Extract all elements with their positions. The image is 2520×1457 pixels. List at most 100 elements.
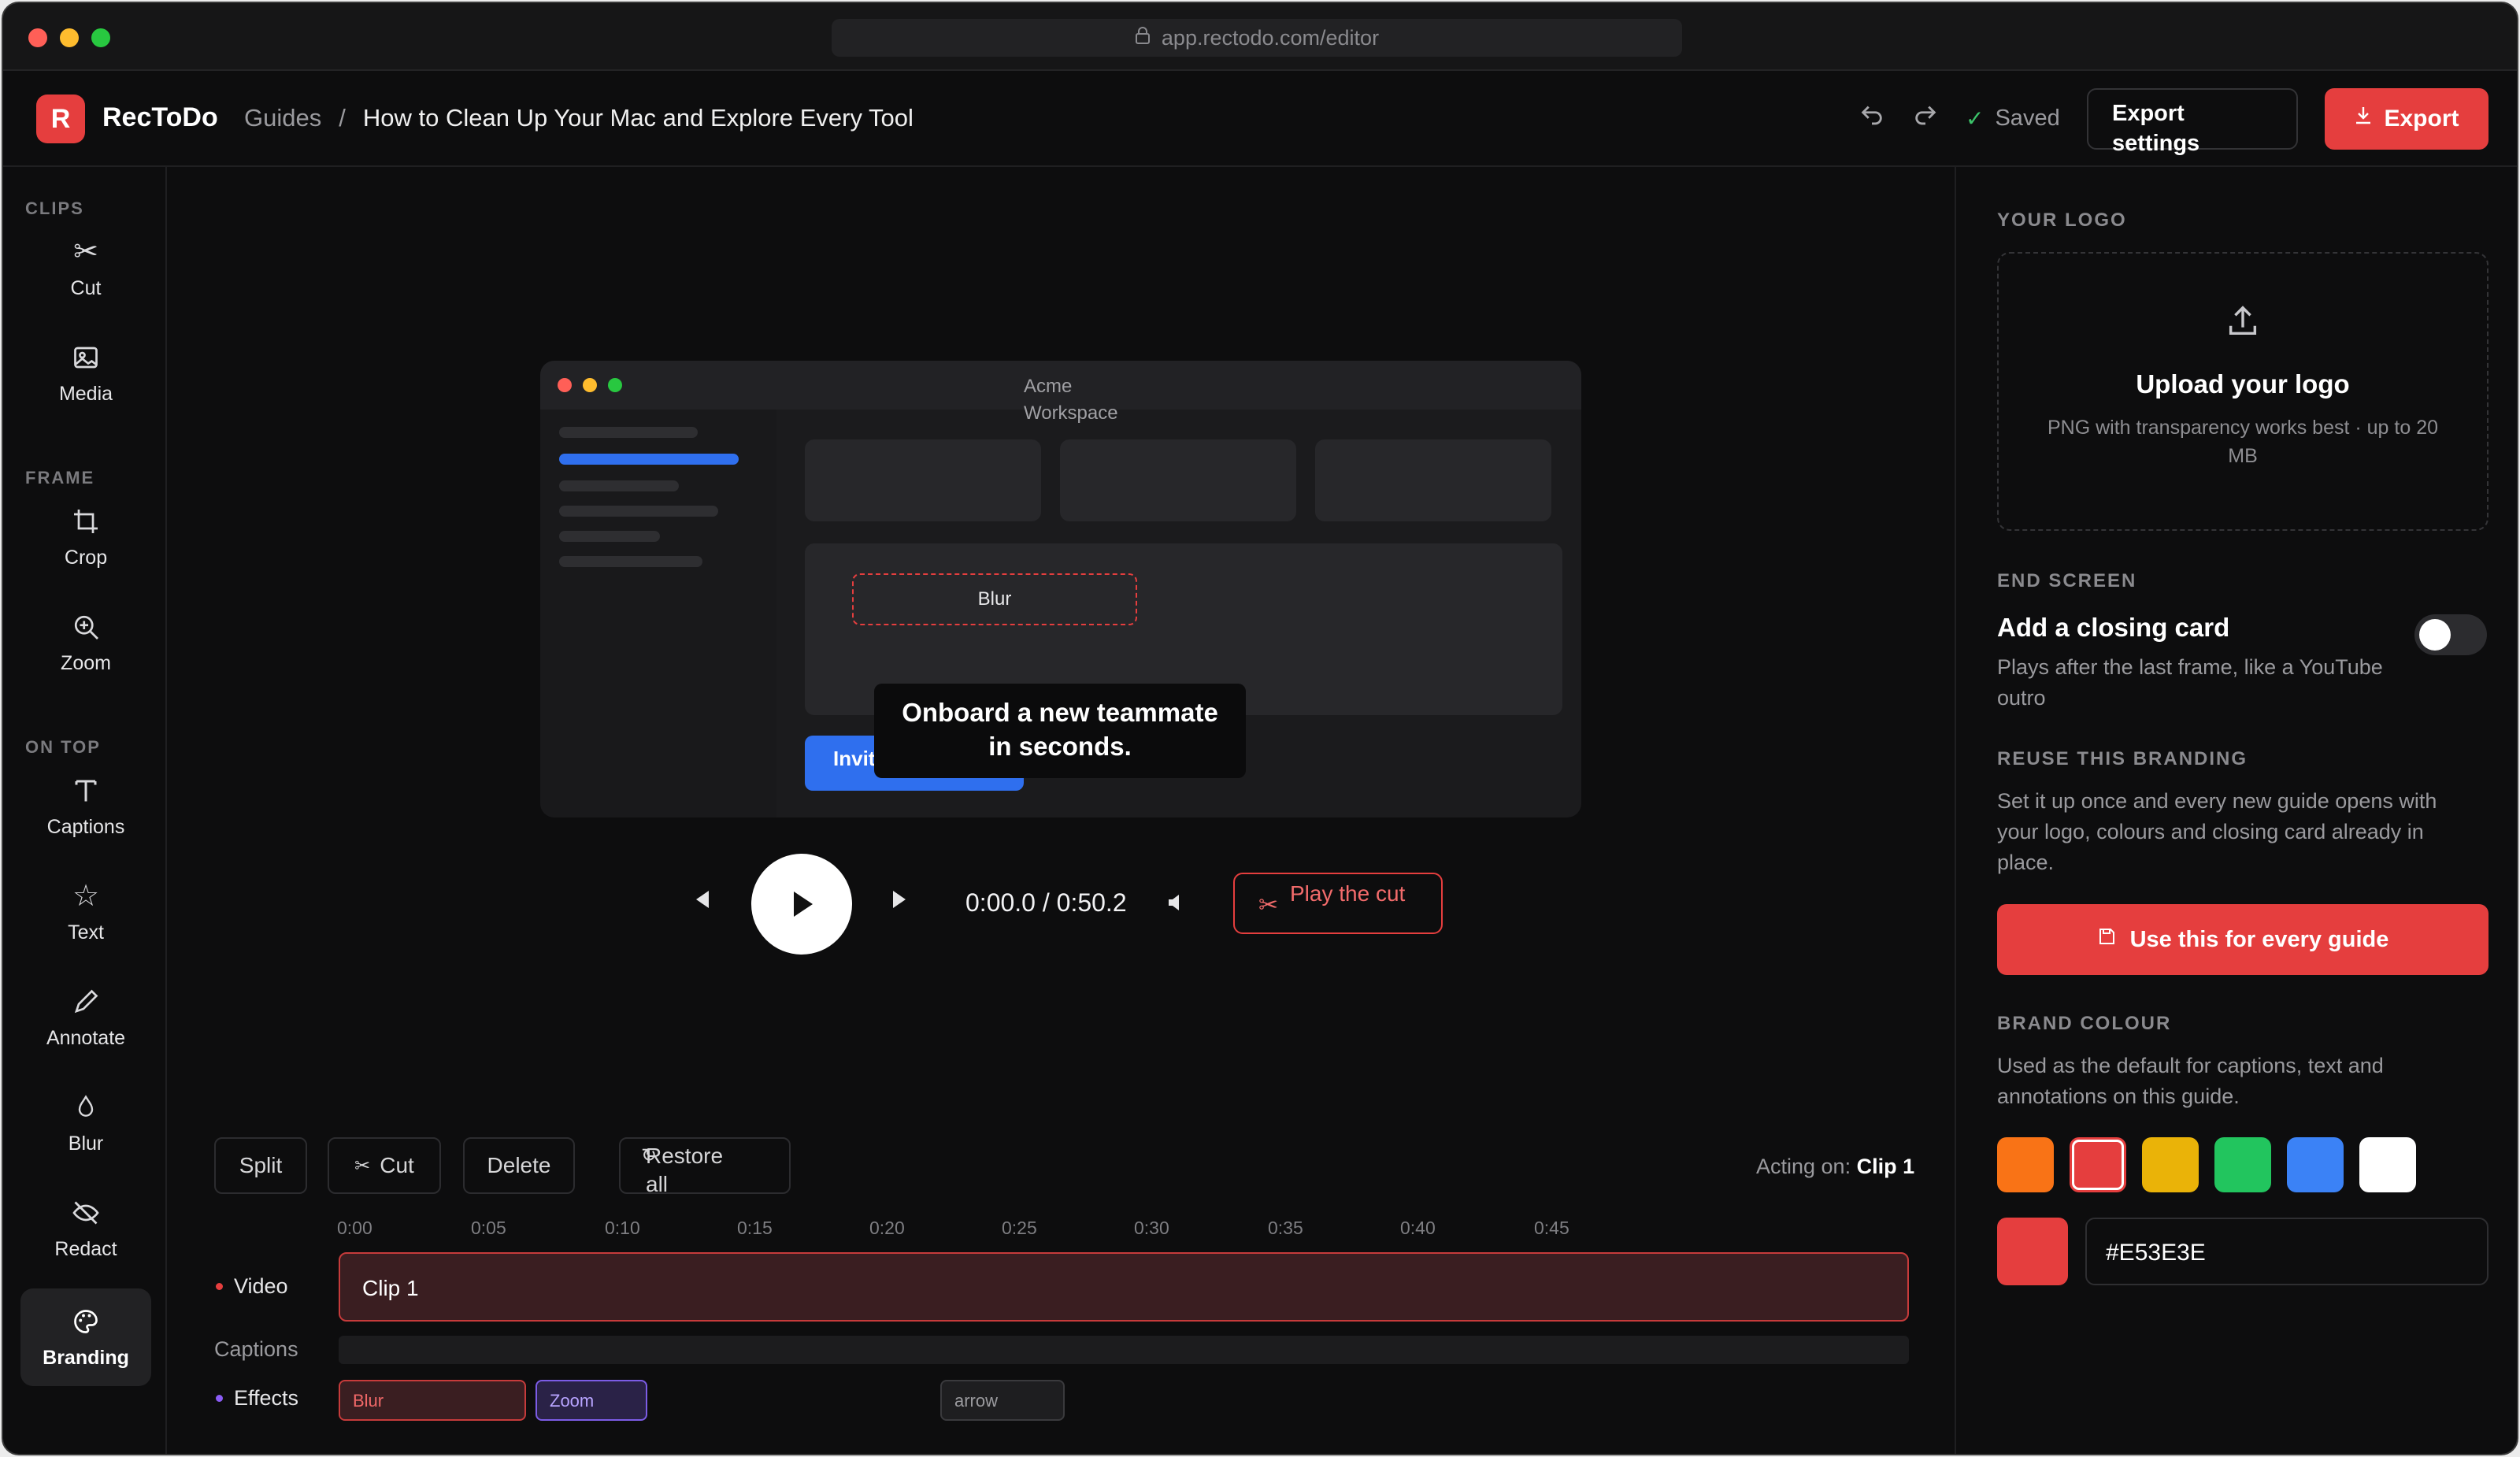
minimize-window-button[interactable]	[60, 28, 79, 47]
tool-annotate-label: Annotate	[46, 1026, 126, 1049]
tool-cut-label: Cut	[70, 276, 102, 299]
swatch-orange[interactable]	[1997, 1137, 2054, 1192]
time-tick: 0:45	[1534, 1218, 1569, 1238]
tool-zoom[interactable]: Zoom	[20, 594, 151, 691]
caption-overlay[interactable]: Onboard a new teammate in seconds.	[874, 684, 1246, 778]
time-tick: 0:10	[605, 1218, 640, 1238]
tool-text-label: Text	[68, 921, 104, 944]
split-button[interactable]: Split	[214, 1137, 307, 1194]
scissors-icon: ✂	[354, 1155, 371, 1177]
tool-captions[interactable]: Captions	[20, 758, 151, 855]
swatch-blue[interactable]	[2287, 1137, 2344, 1192]
preview-nav-bar	[559, 506, 718, 517]
track-label-video: Video	[216, 1274, 288, 1299]
tool-branding[interactable]: Branding	[20, 1288, 151, 1386]
next-frame-button[interactable]	[891, 889, 909, 916]
close-window-button[interactable]	[28, 28, 47, 47]
tool-captions-label: Captions	[46, 815, 125, 838]
play-the-cut-label: Play the cut	[1290, 881, 1406, 906]
captions-track[interactable]	[339, 1336, 1909, 1364]
effect-chip-zoom[interactable]: Zoom	[536, 1380, 647, 1421]
swatch-green[interactable]	[2214, 1137, 2271, 1192]
time-tick: 0:15	[737, 1218, 773, 1238]
acting-on-indicator: Acting on: Clip 1	[1756, 1155, 1914, 1179]
logo-upload-dropzone[interactable]: Upload your logo PNG with transparency w…	[1997, 252, 2488, 531]
hex-colour-input[interactable]: #E53E3E	[2085, 1218, 2488, 1285]
tool-annotate[interactable]: Annotate	[20, 969, 151, 1066]
video-track-dot	[216, 1283, 223, 1290]
tool-crop[interactable]: Crop	[20, 488, 151, 586]
video-clip[interactable]: Clip 1	[339, 1252, 1909, 1322]
branding-panel: YOUR LOGO Upload your logo PNG with tran…	[1955, 167, 2517, 1454]
tool-blur-label: Blur	[68, 1132, 104, 1155]
swatch-white[interactable]	[2359, 1137, 2416, 1192]
reuse-branding-heading: REUSE THIS BRANDING	[1997, 748, 2248, 769]
your-logo-heading: YOUR LOGO	[1997, 209, 2127, 231]
time-tick: 0:20	[869, 1218, 905, 1238]
tool-media[interactable]: Media	[20, 324, 151, 422]
app-header: R RecToDo Guides / How to Clean Up Your …	[3, 71, 2517, 167]
preview-nav-bar-active	[559, 454, 739, 465]
acting-on-label: Acting on:	[1756, 1155, 1851, 1178]
app-name: RecToDo	[102, 102, 218, 132]
eye-off-icon	[71, 1197, 101, 1229]
tool-redact[interactable]: Redact	[20, 1180, 151, 1277]
effect-chip-arrow[interactable]: arrow	[940, 1380, 1065, 1421]
brand-colour-heading: BRAND COLOUR	[1997, 1013, 2172, 1034]
text-cursor-icon	[72, 775, 100, 806]
breadcrumb-separator: /	[339, 104, 346, 132]
download-icon	[2354, 106, 2373, 132]
current-colour-preview[interactable]	[1997, 1218, 2068, 1285]
maximize-window-button[interactable]	[91, 28, 110, 47]
closing-card-description: Plays after the last frame, like a YouTu…	[1997, 655, 2383, 710]
section-label-frame: FRAME	[25, 468, 95, 488]
use-for-every-guide-label: Use this for every guide	[2129, 926, 2389, 952]
play-icon	[794, 892, 813, 917]
restore-all-button[interactable]: ↻ Restore all	[619, 1137, 791, 1196]
preview-dot-green	[608, 378, 622, 392]
swatch-yellow[interactable]	[2142, 1137, 2199, 1192]
breadcrumb-guides-link[interactable]: Guides	[244, 104, 321, 132]
page-title: How to Clean Up Your Mac and Explore Eve…	[362, 104, 914, 132]
section-label-clips: CLIPS	[25, 198, 84, 218]
use-for-every-guide-button[interactable]: Use this for every guide	[1997, 904, 2488, 975]
tool-sidebar: CLIPS ✂ Cut Media FRAME Crop Zoom ON TOP	[3, 167, 167, 1454]
star-icon: ☆	[72, 879, 100, 913]
video-preview[interactable]: Acme Workspace Blur Invite teammate Onbo…	[540, 361, 1581, 817]
export-button[interactable]: Export	[2325, 88, 2488, 150]
previous-frame-button[interactable]	[693, 889, 710, 916]
preview-window-title: Acme Workspace	[1024, 376, 1118, 424]
breadcrumb: Guides / How to Clean Up Your Mac and Ex…	[244, 104, 914, 132]
end-screen-heading: END SCREEN	[1997, 570, 2137, 591]
time-tick: 0:25	[1002, 1218, 1037, 1238]
time-tick: 0:35	[1268, 1218, 1303, 1238]
volume-icon[interactable]	[1167, 892, 1184, 918]
pen-icon	[72, 986, 100, 1018]
tool-cut[interactable]: ✂ Cut	[20, 219, 151, 317]
preview-dot-red	[558, 378, 572, 392]
effect-chip-blur[interactable]: Blur	[339, 1380, 526, 1421]
redo-icon[interactable]	[1912, 102, 1939, 136]
preview-card	[1315, 439, 1551, 521]
track-video-text: Video	[234, 1274, 288, 1298]
undo-icon[interactable]	[1858, 102, 1885, 136]
export-settings-button[interactable]: Export settings	[2087, 88, 2298, 156]
restore-icon: ↻	[641, 1145, 658, 1166]
track-label-captions: Captions	[214, 1337, 298, 1361]
closing-card-toggle[interactable]	[2414, 614, 2487, 655]
tool-text[interactable]: ☆ Text	[20, 863, 151, 961]
delete-button[interactable]: Delete	[463, 1137, 575, 1194]
cut-button[interactable]: ✂ Cut	[328, 1137, 441, 1194]
blur-region[interactable]: Blur	[852, 573, 1137, 625]
address-bar[interactable]: app.rectodo.com/editor	[832, 19, 1682, 57]
tool-blur[interactable]: Blur	[20, 1074, 151, 1172]
palette-icon	[72, 1306, 100, 1337]
play-button[interactable]	[751, 854, 852, 955]
swatch-red-selected[interactable]	[2070, 1137, 2126, 1192]
reuse-branding-description: Set it up once and every new guide opens…	[1997, 789, 2437, 875]
play-the-cut-button[interactable]: ✂ Play the cut	[1233, 873, 1443, 934]
zoom-in-icon	[72, 611, 100, 643]
scissors-icon: ✂	[1258, 892, 1279, 918]
preview-nav-bar	[559, 556, 702, 567]
save-icon	[2097, 926, 2116, 953]
